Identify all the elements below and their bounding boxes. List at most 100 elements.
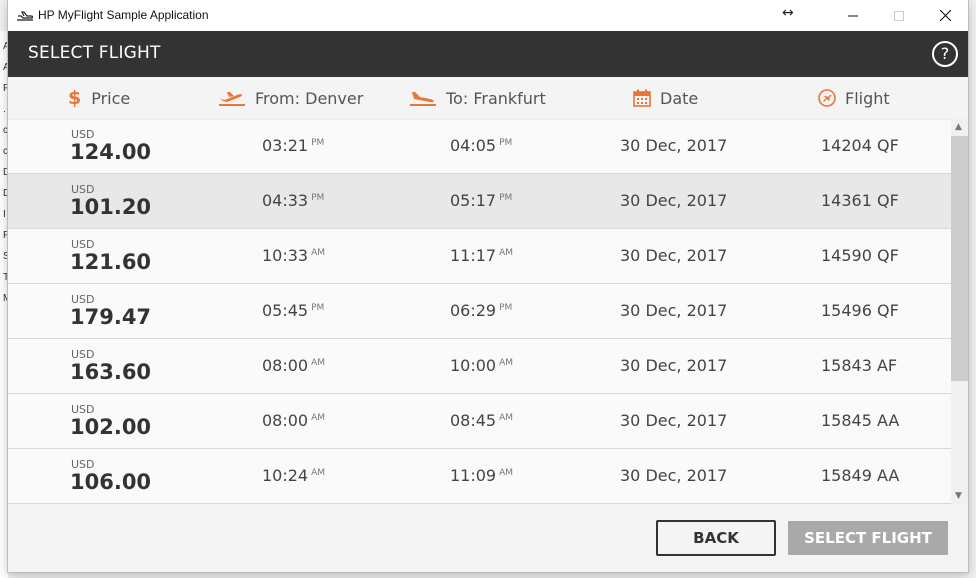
- maximize-icon: [894, 10, 904, 21]
- depart-time: 05:45 PM: [262, 301, 324, 320]
- price-value: 121.60: [70, 250, 152, 274]
- flight-date: 30 Dec, 2017: [620, 356, 728, 375]
- minimize-button[interactable]: [830, 0, 876, 31]
- arrive-time: 08:45 AM: [450, 411, 513, 430]
- scroll-up-icon[interactable]: ▲: [955, 122, 962, 132]
- scrollbar-thumb[interactable]: [951, 136, 968, 381]
- app-window: HP MyFlight Sample Application ↔ SELECT …: [8, 0, 968, 572]
- flight-date: 30 Dec, 2017: [620, 136, 728, 155]
- flight-date: 30 Dec, 2017: [620, 466, 728, 485]
- depart-time-value: 05:45: [262, 301, 309, 320]
- page-title: SELECT FLIGHT: [28, 43, 161, 63]
- depart-time: 03:21 PM: [262, 136, 324, 155]
- depart-ampm: AM: [311, 358, 326, 368]
- arrive-time: 10:00 AM: [450, 356, 513, 375]
- column-to[interactable]: To: Frankfurt: [408, 77, 546, 119]
- arrive-ampm: AM: [499, 358, 514, 368]
- column-to-label: To: Frankfurt: [446, 88, 546, 108]
- title-bar[interactable]: HP MyFlight Sample Application ↔: [8, 0, 968, 31]
- column-date-label: Date: [660, 88, 699, 108]
- back-button[interactable]: BACK: [656, 520, 776, 556]
- flight-row[interactable]: USD 121.60 10:33 AM 11:17 AM 30 Dec, 2017 …: [8, 229, 951, 284]
- flight-number: 15845 AA: [821, 411, 900, 430]
- flight-number: 14590 QF: [821, 246, 899, 265]
- arrive-time: 05:17 PM: [450, 191, 512, 210]
- flight-number: 15843 AF: [821, 356, 898, 375]
- help-button[interactable]: ?: [932, 41, 958, 67]
- arrive-ampm: PM: [499, 303, 513, 313]
- background-app-strip: m A A F . c c D D I F S T M: [0, 31, 8, 578]
- depart-time-value: 08:00: [262, 411, 309, 430]
- price-value: 124.00: [70, 140, 152, 164]
- depart-ampm: AM: [311, 468, 326, 478]
- footer: BACK SELECT FLIGHT: [8, 504, 968, 572]
- close-button[interactable]: [922, 0, 968, 31]
- column-price[interactable]: $ Price: [68, 77, 130, 119]
- flight-list: USD 124.00 03:21 PM 04:05 PM 30 Dec, 2017 …: [8, 119, 951, 504]
- flight-row[interactable]: USD 106.00 10:24 AM 11:09 AM 30 Dec, 2017 …: [8, 449, 951, 504]
- arrive-ampm: PM: [499, 193, 513, 203]
- price-value: 179.47: [70, 305, 152, 329]
- arrive-time: 06:29 PM: [450, 301, 512, 320]
- depart-time-value: 10:24: [262, 466, 309, 485]
- price-value: 106.00: [70, 470, 152, 494]
- depart-time: 10:24 AM: [262, 466, 325, 485]
- arrive-time-value: 11:17: [450, 246, 497, 265]
- arrive-time-value: 10:00: [450, 356, 497, 375]
- arrive-time-value: 06:29: [450, 301, 497, 320]
- flight-row[interactable]: USD 163.60 08:00 AM 10:00 AM 30 Dec, 2017 …: [8, 339, 951, 394]
- select-flight-button[interactable]: SELECT FLIGHT: [788, 521, 948, 555]
- depart-time-value: 04:33: [262, 191, 309, 210]
- depart-time: 04:33 PM: [262, 191, 324, 210]
- arrive-ampm: AM: [499, 413, 514, 423]
- arrive-time-value: 05:17: [450, 191, 497, 210]
- depart-ampm: PM: [311, 138, 325, 148]
- arrive-ampm: PM: [499, 138, 513, 148]
- depart-time-value: 08:00: [262, 356, 309, 375]
- arrive-ampm: AM: [499, 248, 514, 258]
- flight-date: 30 Dec, 2017: [620, 246, 728, 265]
- column-flight-label: Flight: [845, 88, 890, 108]
- maximize-button[interactable]: [876, 0, 922, 31]
- column-header-row: $ Price From: Denver To: Frankfurt Date …: [8, 77, 968, 120]
- flight-number: 14204 QF: [821, 136, 899, 155]
- flight-globe-icon: [817, 88, 837, 108]
- close-icon: [939, 10, 951, 21]
- flight-date: 30 Dec, 2017: [620, 411, 728, 430]
- depart-ampm: PM: [311, 303, 325, 313]
- column-flight[interactable]: Flight: [817, 77, 890, 119]
- flight-row[interactable]: USD 102.00 08:00 AM 08:45 AM 30 Dec, 2017 …: [8, 394, 951, 449]
- depart-time-value: 10:33: [262, 246, 309, 265]
- background-glyph: I: [3, 209, 6, 220]
- flight-row[interactable]: USD 124.00 03:21 PM 04:05 PM 30 Dec, 2017 …: [8, 119, 951, 174]
- arrive-time-value: 11:09: [450, 466, 497, 485]
- calendar-icon: [632, 88, 652, 108]
- column-from-label: From: Denver: [255, 88, 364, 108]
- flight-row[interactable]: USD 179.47 05:45 PM 06:29 PM 30 Dec, 2017 …: [8, 284, 951, 339]
- resize-cursor-icon: ↔: [782, 5, 794, 21]
- arrive-time-value: 08:45: [450, 411, 497, 430]
- flight-date: 30 Dec, 2017: [620, 301, 728, 320]
- column-date[interactable]: Date: [632, 77, 698, 119]
- vertical-scrollbar[interactable]: ▲ ▼: [951, 119, 968, 504]
- flight-number: 15849 AA: [821, 466, 900, 485]
- price-value: 101.20: [70, 195, 152, 219]
- arrival-icon: [408, 89, 438, 107]
- arrive-ampm: AM: [499, 468, 514, 478]
- page-header: SELECT FLIGHT ?: [8, 31, 968, 77]
- airplane-icon: [16, 8, 34, 22]
- departure-icon: [217, 89, 247, 107]
- depart-ampm: AM: [311, 413, 326, 423]
- scroll-down-icon[interactable]: ▼: [955, 491, 962, 501]
- arrive-time-value: 04:05: [450, 136, 497, 155]
- column-from[interactable]: From: Denver: [217, 77, 363, 119]
- depart-time: 08:00 AM: [262, 411, 325, 430]
- depart-ampm: AM: [311, 248, 326, 258]
- depart-time-value: 03:21: [262, 136, 309, 155]
- depart-ampm: PM: [311, 193, 325, 203]
- price-value: 163.60: [70, 360, 152, 384]
- flight-row-selected[interactable]: USD 101.20 04:33 PM 05:17 PM 30 Dec, 2017 …: [8, 174, 951, 229]
- dollar-icon: $: [68, 87, 82, 109]
- arrive-time: 11:17 AM: [450, 246, 513, 265]
- flight-number: 14361 QF: [821, 191, 899, 210]
